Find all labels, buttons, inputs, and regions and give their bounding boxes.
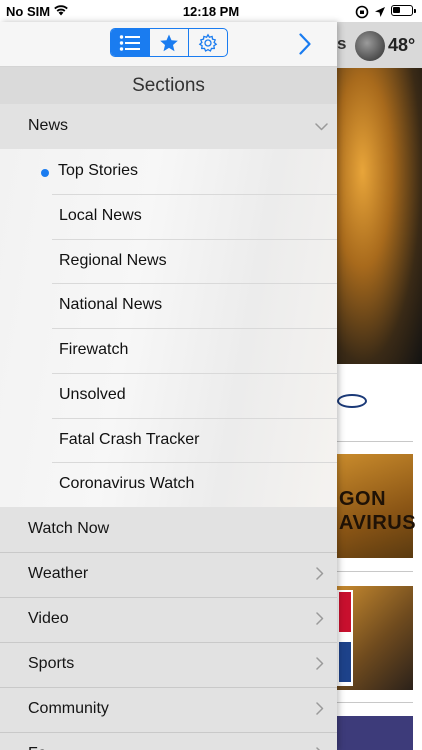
submenu-item-local-news[interactable]: Local News — [0, 194, 337, 239]
submenu-item-label: Regional News — [59, 252, 167, 269]
submenu-item-label: Coronavirus Watch — [59, 475, 195, 492]
background-header-fragment: s — [337, 34, 347, 53]
drawer-tab-control — [110, 28, 228, 57]
menu-item-label: News — [28, 117, 69, 134]
story-thumbnail[interactable]: GON AVIRUS — [337, 454, 417, 558]
divider — [337, 571, 413, 572]
tab-sections[interactable] — [111, 29, 150, 56]
divider — [337, 702, 413, 703]
drawer-toolbar — [0, 22, 337, 67]
menu-item-label: Community — [28, 700, 109, 717]
news-submenu: Top Stories Local News Regional News Nat… — [0, 149, 337, 507]
chevron-right-icon — [316, 612, 324, 625]
tab-settings[interactable] — [189, 29, 227, 56]
selected-indicator — [41, 169, 49, 177]
submenu-item-firewatch[interactable]: Firewatch — [0, 328, 337, 373]
temperature-readout[interactable]: 48° — [388, 35, 415, 56]
chevron-right-icon — [316, 657, 324, 670]
submenu-item-label: Fatal Crash Tracker — [59, 431, 200, 448]
chevron-right-icon — [316, 567, 324, 580]
story-thumbnail[interactable] — [337, 716, 413, 750]
submenu-item-coronavirus-watch[interactable]: Coronavirus Watch — [0, 462, 337, 507]
menu-item-news[interactable]: News — [0, 105, 337, 149]
submenu-item-label: Local News — [59, 207, 142, 224]
submenu-item-regional-news[interactable]: Regional News — [0, 239, 337, 284]
thumbnail-text-line-1: GON — [339, 488, 387, 510]
star-icon — [160, 34, 178, 51]
menu-item-label: Watch Now — [28, 520, 110, 537]
battery-icon — [391, 5, 416, 16]
moon-weather-icon[interactable] — [355, 31, 385, 61]
menu-item-label: Video — [28, 610, 69, 627]
submenu-item-unsolved[interactable]: Unsolved — [0, 373, 337, 418]
submenu-item-label: Unsolved — [59, 386, 126, 403]
submenu-item-label: Firewatch — [59, 341, 129, 358]
list-icon — [119, 34, 140, 51]
menu-item-label: Fe — [28, 745, 47, 750]
submenu-item-top-stories[interactable]: Top Stories — [0, 149, 337, 194]
status-bar: No SIM 12:18 PM — [0, 0, 422, 22]
menu-item-sports[interactable]: Sports — [0, 643, 337, 687]
chevron-down-icon — [315, 123, 328, 131]
close-drawer-button[interactable] — [296, 31, 314, 57]
league-logo — [337, 590, 353, 686]
divider — [337, 441, 413, 442]
menu-item-community[interactable]: Community — [0, 688, 337, 732]
menu-item-weather[interactable]: Weather — [0, 553, 337, 597]
submenu-item-fatal-crash-tracker[interactable]: Fatal Crash Tracker — [0, 418, 337, 463]
sections-header: Sections — [0, 67, 337, 104]
menu-item-label: Weather — [28, 565, 89, 582]
location-icon — [375, 7, 385, 17]
submenu-item-label: Top Stories — [58, 162, 139, 179]
rotation-lock-icon — [355, 5, 369, 19]
chevron-right-icon — [316, 702, 324, 715]
navigation-drawer: Sections News Top Stories Local News Reg… — [0, 22, 337, 750]
hero-image[interactable] — [337, 68, 422, 364]
menu-item-video[interactable]: Video — [0, 598, 337, 642]
chevron-right-icon — [299, 33, 311, 55]
menu-item-label: Sports — [28, 655, 75, 672]
tab-favorites[interactable] — [150, 29, 189, 56]
submenu-item-national-news[interactable]: National News — [0, 283, 337, 328]
menu-item-features[interactable]: Fe — [0, 733, 337, 750]
sponsor-logo[interactable] — [337, 376, 415, 432]
gear-icon — [198, 33, 218, 52]
submenu-item-label: National News — [59, 296, 163, 313]
thumbnail-text-line-2: AVIRUS — [339, 512, 417, 534]
menu-item-watch-now[interactable]: Watch Now — [0, 508, 337, 552]
